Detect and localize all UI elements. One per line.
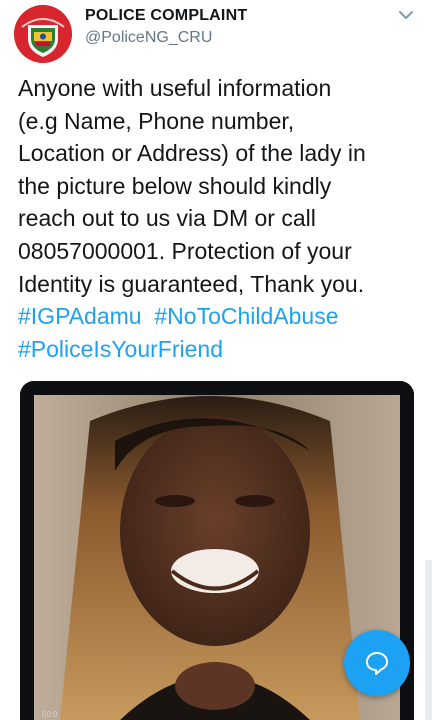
tweet-text-line: Location or Address) of the lady in (18, 140, 366, 167)
tweet-text-line: Anyone with useful information (18, 75, 332, 101)
tweet-menu-button[interactable] (395, 6, 417, 24)
hashtag-row: #PoliceIsYourFriend (18, 333, 428, 366)
hashtag-igpadamu[interactable]: #IGPAdamu (18, 303, 142, 329)
tweet-text-line: (e.g Name, Phone number, (18, 107, 295, 134)
hashtag-row: #IGPAdamu #NoToChildAbuse (18, 300, 428, 333)
author-name[interactable]: POLICE COMPLAINT (85, 7, 247, 25)
scrollbar-track[interactable] (425, 560, 432, 720)
tweet-text-line: Identity is guaranteed, Thank you. (18, 270, 365, 297)
author-handle[interactable]: @PoliceNG_CRU (85, 29, 212, 47)
tweet-text-line: reach out to us via DM or call (18, 205, 316, 232)
hashtag-policeisyourfriend[interactable]: #PoliceIsYourFriend (18, 336, 223, 362)
compose-reply-icon (366, 652, 388, 675)
video-timestamp: 00:0 (42, 710, 58, 719)
chevron-down-icon (399, 11, 413, 19)
police-crest-icon (14, 5, 72, 63)
tweet-text: Anyone with useful information (e.g Name… (18, 72, 428, 365)
avatar[interactable] (14, 5, 72, 63)
tweet-text-line: 08057000001. Protection of your (18, 237, 352, 264)
hashtag-notochildabuse[interactable]: #NoToChildAbuse (154, 303, 338, 329)
compose-button[interactable] (344, 630, 410, 696)
tweet-text-line: the picture below should kindly (18, 172, 332, 199)
